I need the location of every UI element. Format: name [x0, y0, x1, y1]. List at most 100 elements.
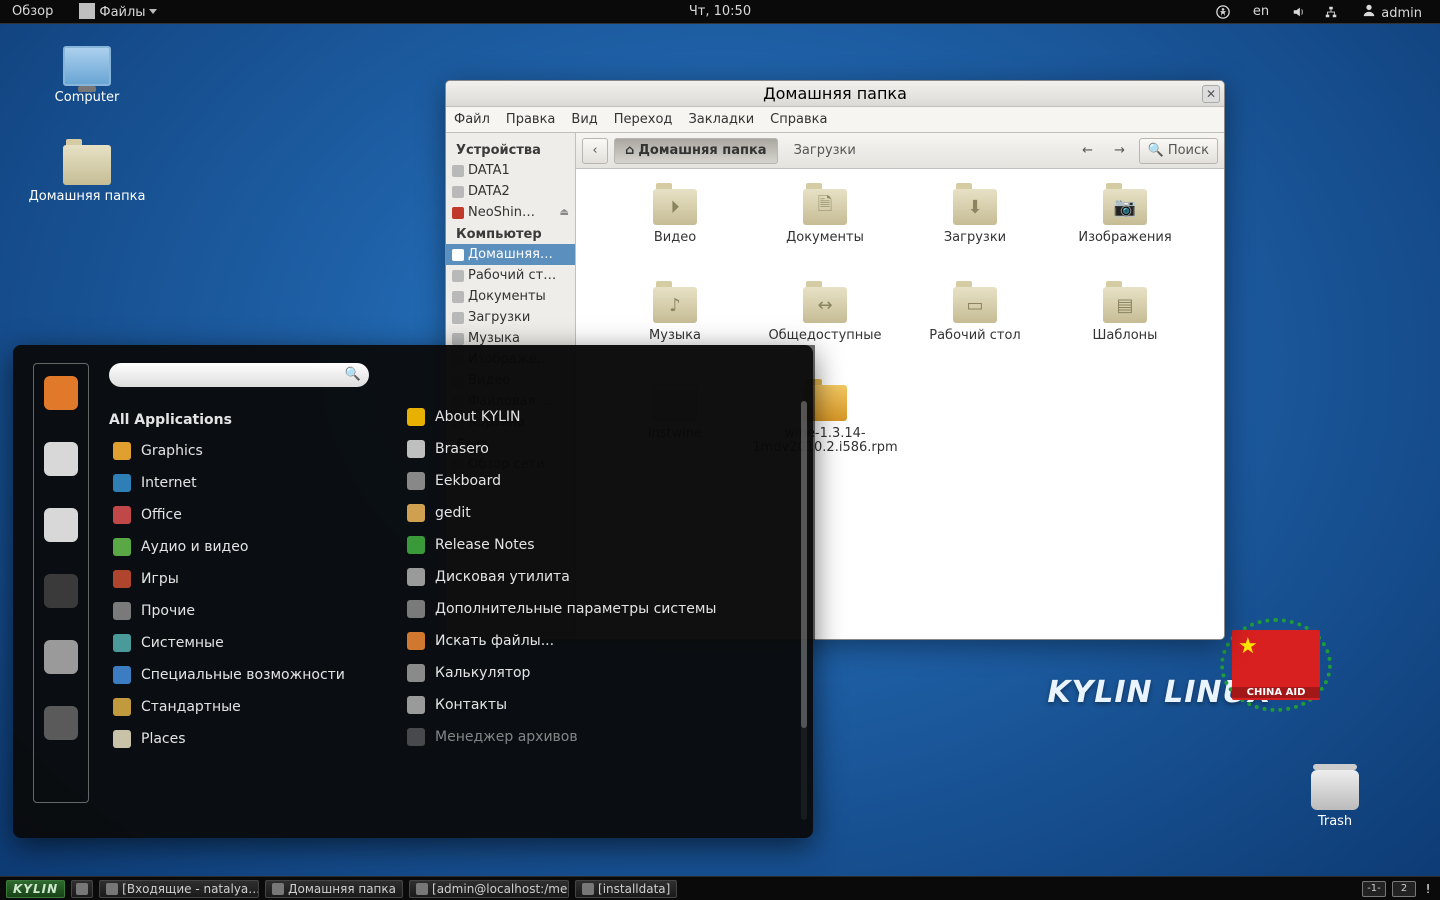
file-label: Изображения [1050, 231, 1200, 245]
sidebar-item-desktop[interactable]: Рабочий ст… [446, 265, 575, 286]
scrollbar-thumb[interactable] [801, 401, 807, 728]
drive-icon [452, 165, 464, 177]
category-icon [113, 698, 131, 716]
menu-edit[interactable]: Правка [506, 112, 555, 127]
file-item[interactable]: 🗎Документы [750, 189, 900, 279]
launcher-favorite[interactable] [44, 574, 78, 608]
file-label: Документы [750, 231, 900, 245]
notification-indicator[interactable]: ! [1422, 882, 1434, 896]
launcher-app[interactable]: gedit [403, 497, 797, 529]
activities-button[interactable]: Обзор [6, 2, 59, 21]
volume-icon[interactable] [1291, 4, 1307, 20]
window-title: Домашняя папка [763, 84, 907, 103]
search-icon: 🔍 [345, 367, 361, 382]
launcher-app[interactable]: Калькулятор [403, 657, 797, 689]
menu-help[interactable]: Справка [770, 112, 827, 127]
app-icon [407, 632, 425, 650]
menu-view[interactable]: Вид [571, 112, 597, 127]
nav-back-button[interactable]: ← [1075, 138, 1101, 164]
desktop-icon-trash[interactable]: Trash [1270, 770, 1400, 829]
clock[interactable]: Чт, 10:50 [683, 2, 757, 21]
search-button[interactable]: 🔍Поиск [1139, 138, 1218, 164]
user-menu[interactable]: admin [1355, 0, 1428, 23]
back-button[interactable]: ‹ [582, 138, 608, 164]
sidebar-item-data2[interactable]: DATA2 [446, 181, 575, 202]
breadcrumb-downloads[interactable]: Загрузки [784, 138, 866, 164]
app-label: Brasero [435, 441, 489, 457]
launcher-all-applications[interactable]: All Applications [109, 405, 391, 435]
desktop-icon-computer[interactable]: Computer [22, 46, 152, 105]
folder-icon: ▤ [1103, 287, 1147, 323]
launcher-app[interactable]: Контакты [403, 689, 797, 721]
launcher-category[interactable]: Graphics [109, 435, 391, 467]
workspace-2[interactable]: 2 [1392, 881, 1416, 897]
nav-forward-button[interactable]: → [1107, 138, 1133, 164]
launcher-app[interactable]: Дополнительные параметры системы [403, 593, 797, 625]
sidebar-item-documents[interactable]: Документы [446, 286, 575, 307]
taskbar-task[interactable]: [installdata] [575, 880, 677, 898]
launcher-app[interactable]: Release Notes [403, 529, 797, 561]
app-icon [407, 696, 425, 714]
launcher-category[interactable]: Internet [109, 467, 391, 499]
accessibility-icon[interactable] [1215, 4, 1231, 20]
launcher-app[interactable]: Менеджер архивов [403, 721, 797, 753]
launcher-app[interactable]: Дисковая утилита [403, 561, 797, 593]
show-desktop-button[interactable] [71, 880, 93, 898]
app-label: Release Notes [435, 537, 535, 553]
desktop-icon-home[interactable]: Домашняя папка [22, 145, 152, 204]
file-item[interactable]: ▤Шаблоны [1050, 287, 1200, 377]
launcher-category[interactable]: Office [109, 499, 391, 531]
menu-go[interactable]: Переход [614, 112, 673, 127]
launcher-category[interactable]: Прочие [109, 595, 391, 627]
taskbar-task[interactable]: [admin@localhost:/me… [409, 880, 569, 898]
launcher-favorite[interactable] [44, 442, 78, 476]
file-label: Музыка [600, 329, 750, 343]
launcher-favorite[interactable] [44, 640, 78, 674]
launcher-category[interactable]: Игры [109, 563, 391, 595]
window-titlebar[interactable]: Домашняя папка ✕ [446, 81, 1224, 107]
eject-icon[interactable]: ⏏ [560, 207, 569, 218]
folder-icon: ♪ [653, 287, 697, 323]
sidebar-item-neoshine[interactable]: NeoShin…⏏ [446, 202, 575, 223]
file-item[interactable]: ⏵Видео [600, 189, 750, 279]
app-label: Eekboard [435, 473, 501, 489]
desktop-icon [76, 883, 88, 895]
keyboard-layout-indicator[interactable]: en [1247, 2, 1275, 21]
sidebar-item-home[interactable]: Домашняя… [446, 244, 575, 265]
launcher-category[interactable]: Стандартные [109, 691, 391, 723]
close-button[interactable]: ✕ [1202, 85, 1220, 103]
launcher-favorite[interactable] [44, 508, 78, 542]
launcher-app[interactable]: Eekboard [403, 465, 797, 497]
network-icon[interactable] [1323, 4, 1339, 20]
sidebar-item-data1[interactable]: DATA1 [446, 160, 575, 181]
task-label: Домашняя папка [288, 882, 396, 896]
folder-icon [452, 270, 464, 282]
launcher-favorite[interactable] [44, 376, 78, 410]
category-icon [113, 538, 131, 556]
launcher-app[interactable]: About KYLIN [403, 401, 797, 433]
task-icon [106, 883, 118, 895]
folder-icon: 📷 [1103, 189, 1147, 225]
start-button[interactable]: KYLIN [6, 880, 65, 898]
launcher-app[interactable]: Brasero [403, 433, 797, 465]
menu-file[interactable]: Файл [454, 112, 490, 127]
taskbar-task[interactable]: Домашняя папка [265, 880, 403, 898]
launcher-search-input[interactable]: 🔍 [109, 363, 369, 387]
file-item[interactable]: ▭Рабочий стол [900, 287, 1050, 377]
launcher-app[interactable]: Искать файлы... [403, 625, 797, 657]
launcher-favorite[interactable] [44, 706, 78, 740]
taskbar-task[interactable]: [Входящие - natalya… [99, 880, 259, 898]
launcher-category[interactable]: Системные [109, 627, 391, 659]
sidebar-item-downloads[interactable]: Загрузки [446, 307, 575, 328]
launcher-category[interactable]: Places [109, 723, 391, 755]
launcher-category[interactable]: Специальные возможности [109, 659, 391, 691]
scrollbar[interactable] [801, 401, 807, 820]
workspace-1[interactable]: -1- [1362, 881, 1386, 897]
breadcrumb-home[interactable]: ⌂Домашняя папка [614, 138, 778, 164]
file-item[interactable]: ⬇Загрузки [900, 189, 1050, 279]
menu-bookmarks[interactable]: Закладки [688, 112, 754, 127]
files-menu-button[interactable]: Файлы [73, 1, 162, 22]
launcher-category[interactable]: Аудио и видео [109, 531, 391, 563]
app-label: Дисковая утилита [435, 569, 570, 585]
file-item[interactable]: 📷 Изображения [1050, 189, 1200, 279]
